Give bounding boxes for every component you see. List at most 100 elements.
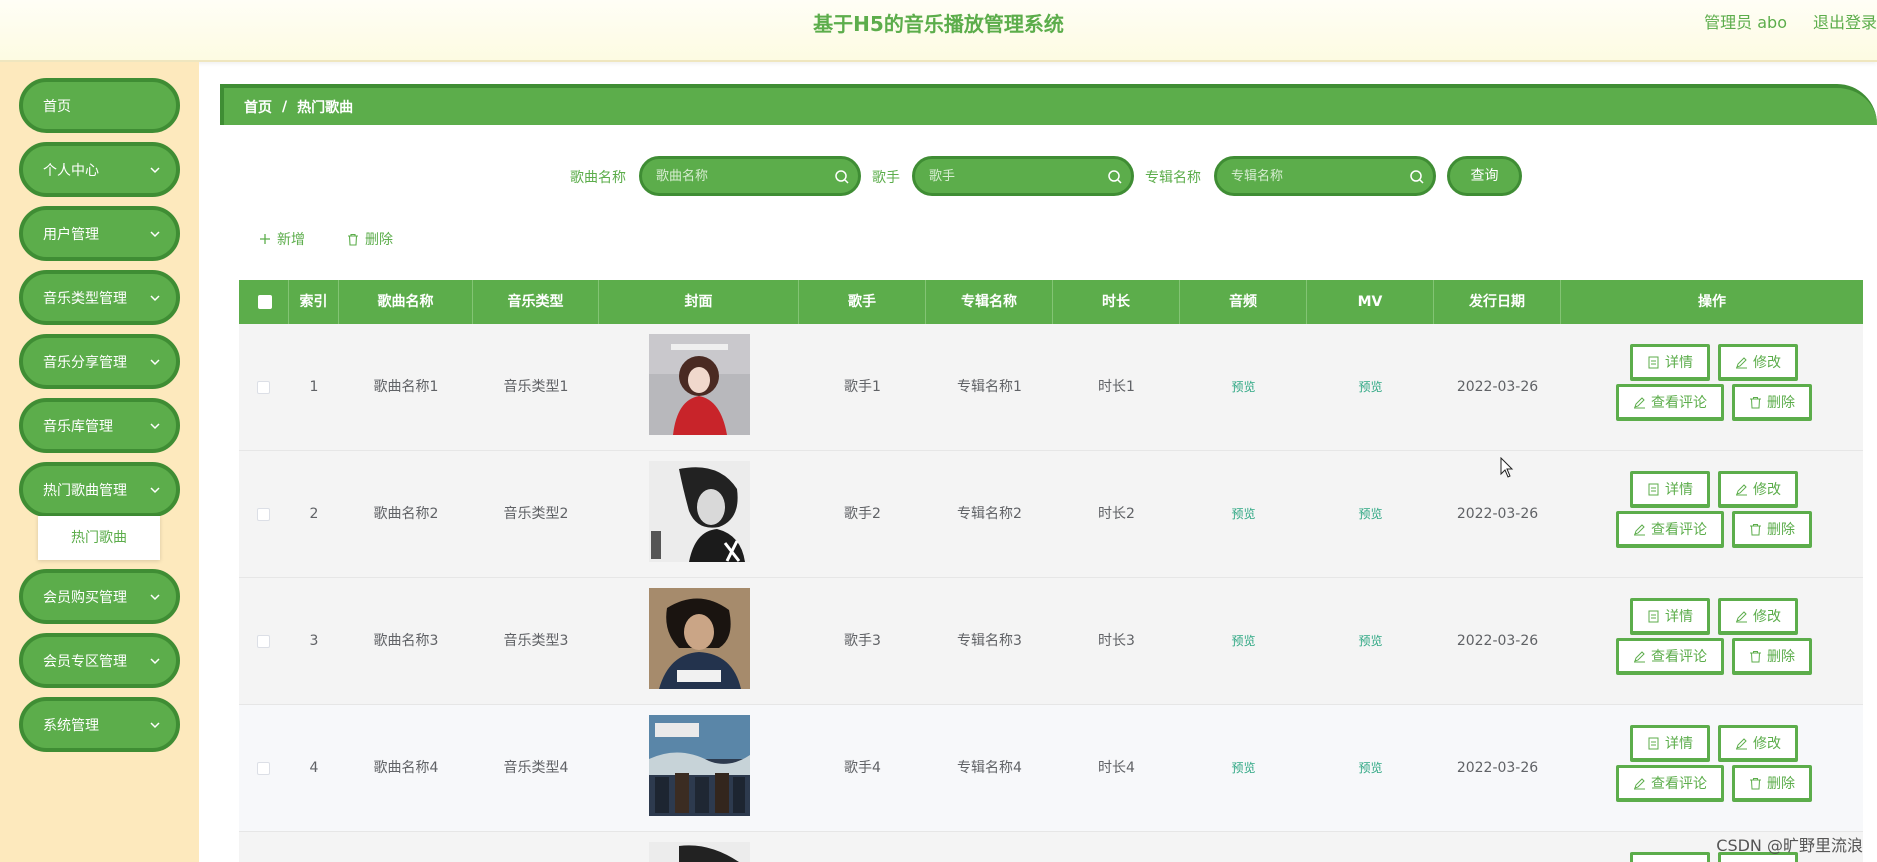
pencil-icon [1634,777,1645,789]
chevron-down-icon [150,231,160,238]
duration-cell: 时长4 [1098,760,1135,776]
row-checkbox[interactable] [257,381,270,394]
pencil-icon [1736,737,1747,749]
sidebar-item-system-management[interactable]: 系统管理 [19,697,180,752]
sidebar-item-personal-center[interactable]: 个人中心 [19,142,180,197]
chevron-down-icon [150,487,160,494]
column-header: MV [1307,280,1434,324]
view-comments-label: 查看评论 [1651,395,1707,411]
logout-link[interactable]: 退出登录 [1813,0,1877,46]
delete-button[interactable]: 删除 [1732,384,1812,421]
singer-input[interactable] [929,159,1109,193]
album-name-cell: 专辑名称3 [957,633,1022,649]
mv-preview-link[interactable]: 预览 [1307,324,1434,451]
edit-button[interactable]: 修改 [1718,598,1798,635]
current-user: 管理员 abo [1704,13,1787,32]
album-name-search[interactable] [1214,156,1436,196]
detail-button[interactable] [1630,852,1710,862]
batch-delete-button[interactable]: 删除 [347,229,393,249]
index-cell: 4 [309,760,319,776]
column-header: 专辑名称 [926,280,1053,324]
song-name-cell: 歌曲名称4 [373,760,439,776]
audio-preview-link[interactable]: 预览 [1180,324,1307,451]
album-name-input[interactable] [1231,159,1411,193]
search-icon [1410,170,1424,184]
row-checkbox[interactable] [257,762,270,775]
sidebar-item-label: 会员专区管理 [43,653,127,670]
album-cover-image [649,588,750,689]
sidebar-item-music-type-management[interactable]: 音乐类型管理 [19,270,180,325]
music-type-cell: 音乐类型4 [503,760,569,776]
sidebar-item-member-zone-management[interactable]: 会员专区管理 [19,633,180,688]
edit-button[interactable]: 修改 [1718,725,1798,762]
mouse-cursor-icon [1500,457,1514,478]
song-name-cell: 歌曲名称3 [373,633,439,649]
sidebar-item-label: 音乐类型管理 [43,290,127,307]
row-checkbox[interactable] [257,508,270,521]
detail-label: 详情 [1665,736,1693,752]
detail-button[interactable]: 详情 [1630,344,1710,381]
edit-button[interactable]: 修改 [1718,344,1798,381]
detail-button[interactable]: 详情 [1630,471,1710,508]
column-header: 歌手 [799,280,926,324]
top-header: 基于H5的音乐播放管理系统 管理员 abo 退出登录 [0,0,1877,62]
chevron-down-icon [150,359,160,366]
singer-search[interactable] [912,156,1134,196]
mv-preview-link[interactable]: 预览 [1307,578,1434,705]
view-comments-button[interactable]: 查看评论 [1616,511,1724,548]
music-type-cell: 音乐类型2 [503,506,569,522]
sidebar-subitem-hot-songs[interactable]: 热门歌曲 [38,516,160,560]
delete-button[interactable]: 删除 [1732,638,1812,675]
chevron-down-icon [150,594,160,601]
edit-label: 修改 [1753,482,1781,498]
audio-preview-link[interactable]: 预览 [1180,705,1307,832]
song-name-input[interactable] [656,159,836,193]
edit-button[interactable]: 修改 [1718,471,1798,508]
mv-preview-link[interactable]: 预览 [1307,705,1434,832]
audio-preview-link[interactable]: 预览 [1180,578,1307,705]
sidebar-item-membership-purchase-management[interactable]: 会员购买管理 [19,569,180,624]
delete-button[interactable]: 删除 [1732,765,1812,802]
column-header: 音乐类型 [473,280,599,324]
delete-label: 删除 [1767,776,1795,792]
sidebar-item-label: 用户管理 [43,226,99,243]
view-comments-button[interactable]: 查看评论 [1616,765,1724,802]
column-header: 歌曲名称 [339,280,473,324]
song-name-search[interactable] [639,156,861,196]
release-date-cell: 2022-03-26 [1456,633,1539,649]
breadcrumb: 首页 / 热门歌曲 [220,84,1877,125]
sidebar-item-user-management[interactable]: 用户管理 [19,206,180,261]
app-title: 基于H5的音乐播放管理系统 [813,12,1064,36]
index-cell: 3 [309,633,319,649]
select-all-checkbox[interactable] [258,295,272,309]
detail-button[interactable]: 详情 [1630,598,1710,635]
row-checkbox[interactable] [257,635,270,648]
view-comments-button[interactable]: 查看评论 [1616,638,1724,675]
mv-preview-link[interactable]: 预览 [1307,451,1434,578]
album-cover-image [649,842,750,862]
breadcrumb-home[interactable]: 首页 [244,97,272,117]
sidebar-item-hot-songs-management[interactable]: 热门歌曲管理 [19,462,180,517]
sidebar-item-home[interactable]: 首页 [19,78,180,133]
sidebar-item-music-library-management[interactable]: 音乐库管理 [19,398,180,453]
album-cover-image [649,715,750,816]
audio-preview-link[interactable]: 预览 [1180,451,1307,578]
table-row: 2 歌曲名称2 音乐类型2 歌手2 专辑名称2 时长2 预览 预览 2022-0… [239,451,1863,578]
sidebar-item-label: 系统管理 [43,717,99,734]
release-date-cell: 2022-03-26 [1456,506,1539,522]
table-row: 3 歌曲名称3 音乐类型3 歌手3 专辑名称3 时长3 预览 预览 2022-0… [239,578,1863,705]
duration-cell: 时长1 [1098,379,1135,395]
document-icon [1648,483,1659,495]
view-comments-button[interactable]: 查看评论 [1616,384,1724,421]
singer-cell: 歌手1 [844,379,881,395]
document-icon [1648,356,1659,368]
add-button[interactable]: 新增 [259,229,305,249]
query-button[interactable]: 查询 [1447,156,1522,196]
sidebar-item-music-share-management[interactable]: 音乐分享管理 [19,334,180,389]
trash-icon [1750,777,1761,789]
batch-delete-label: 删除 [365,232,393,248]
detail-button[interactable]: 详情 [1630,725,1710,762]
search-icon [835,170,849,184]
singer-cell: 歌手3 [844,633,881,649]
delete-button[interactable]: 删除 [1732,511,1812,548]
